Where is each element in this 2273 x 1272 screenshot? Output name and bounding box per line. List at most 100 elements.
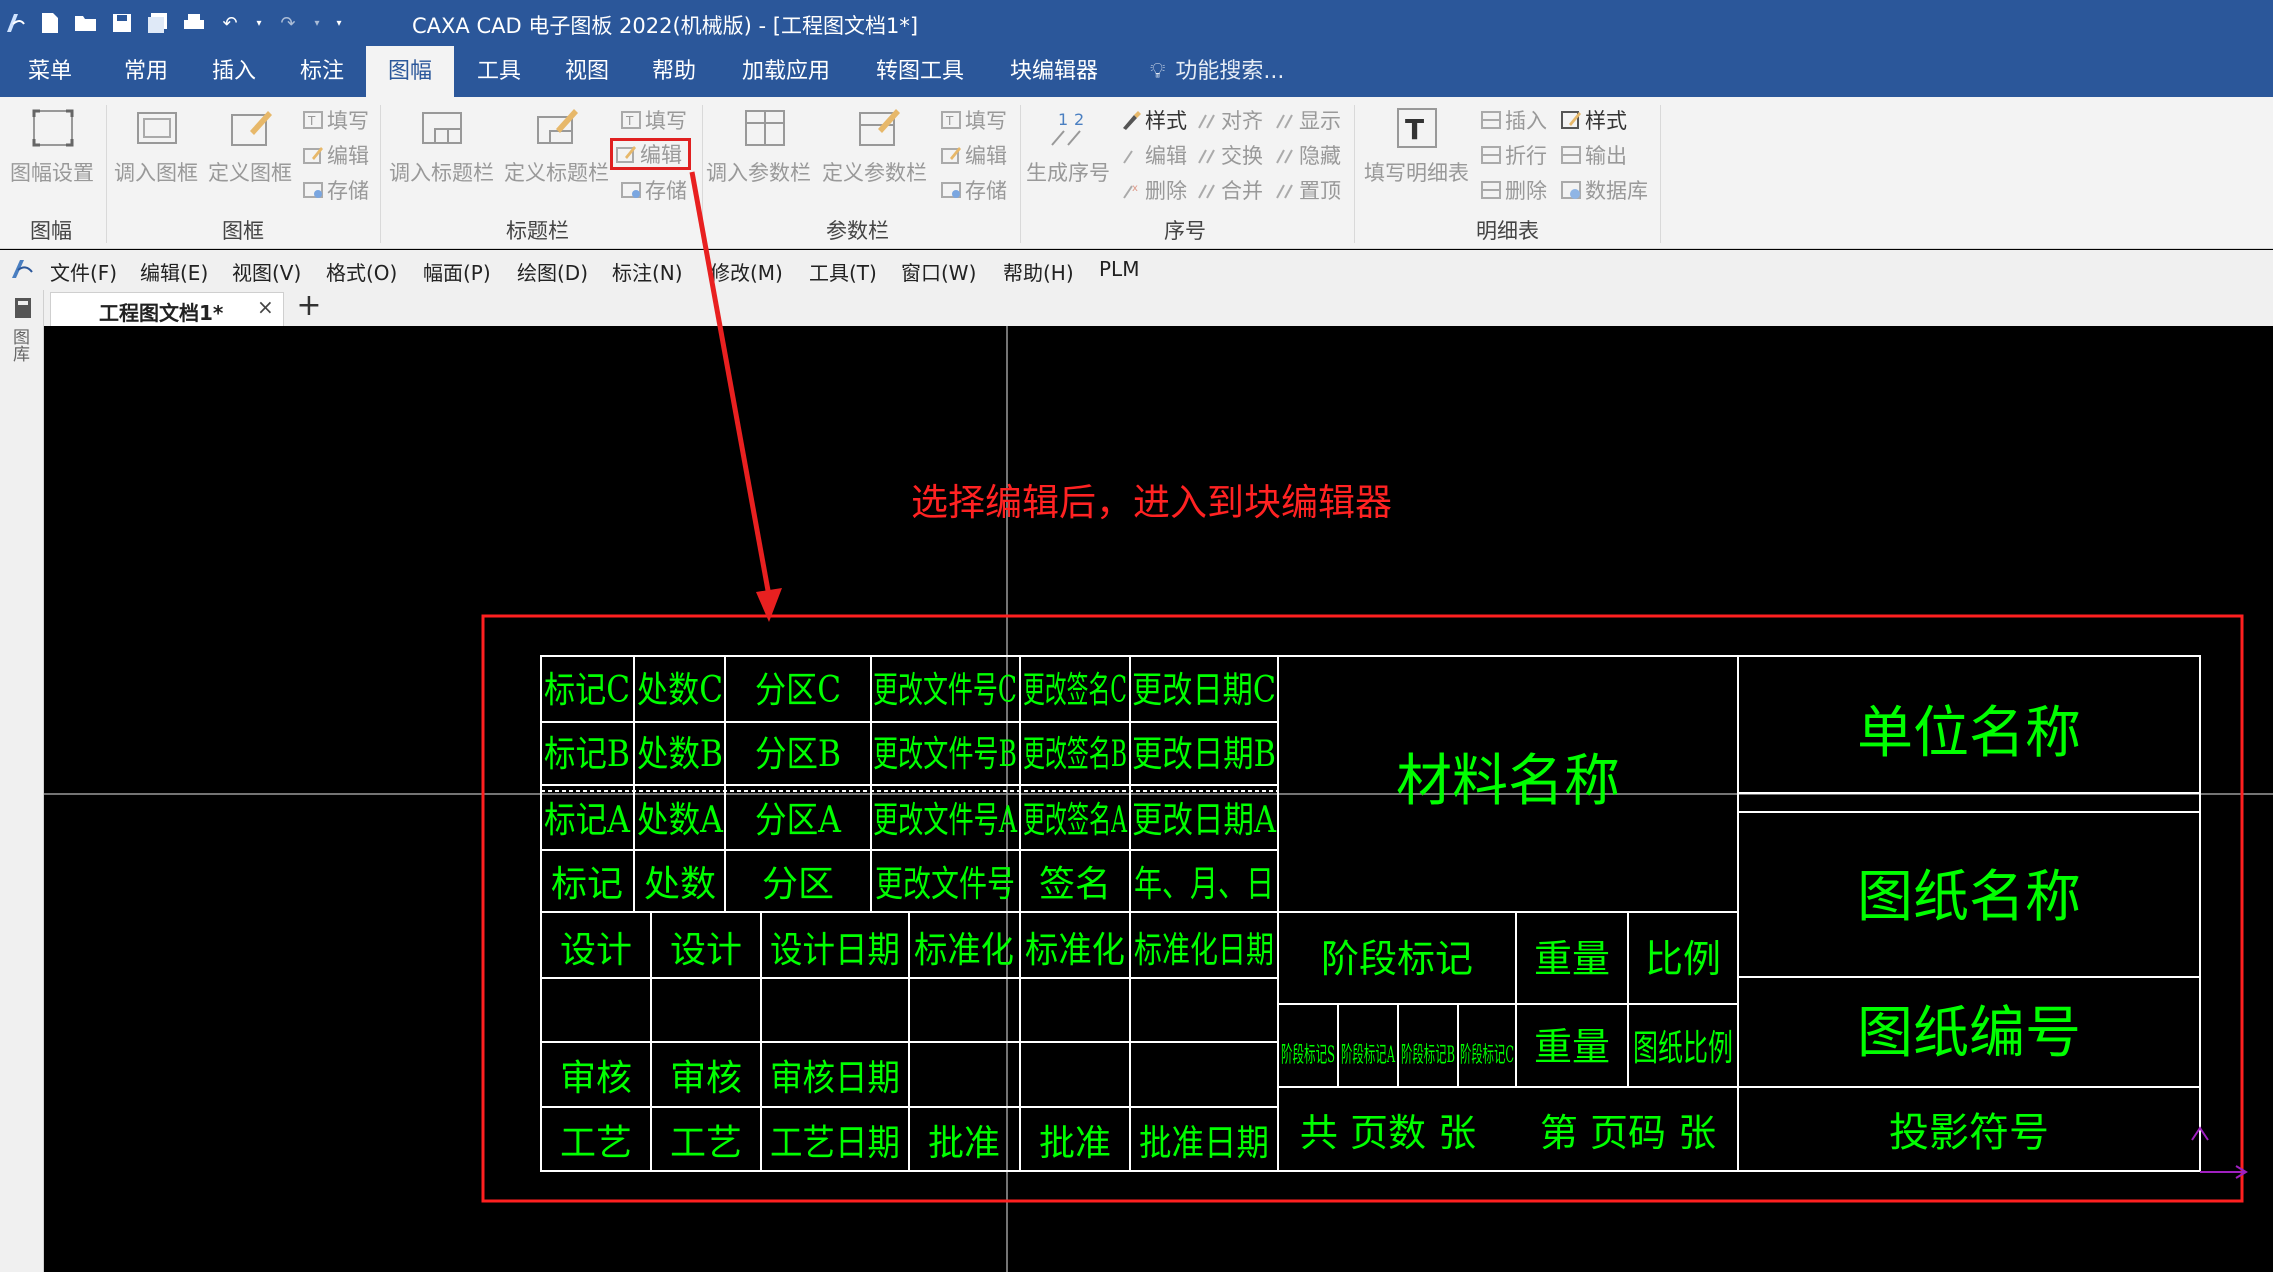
define-frame-label: 定义图框 <box>208 161 292 185</box>
menu-tools[interactable]: 工具(T) <box>809 257 877 286</box>
tab-insert[interactable]: 插入 <box>210 46 258 97</box>
undo-icon[interactable]: ↶ <box>218 11 242 35</box>
close-icon[interactable]: × <box>257 295 274 319</box>
titleblock-save-button[interactable]: 存储 <box>620 175 687 205</box>
svg-text:x: x <box>1132 183 1138 194</box>
seq-top-label: 置顶 <box>1299 179 1341 203</box>
frame-save-button[interactable]: 存储 <box>302 175 369 205</box>
param-fill-button[interactable]: T 填写 <box>940 105 1007 135</box>
define-frame-icon <box>231 111 272 146</box>
customize-qat-icon[interactable]: ▾ <box>334 11 344 35</box>
seq-show-button[interactable]: 显示 <box>1274 105 1341 135</box>
insert-table-icon <box>1480 109 1502 131</box>
titleblock-fill-label: 填写 <box>645 109 687 133</box>
tab-sheet[interactable]: 图幅 <box>366 46 454 97</box>
seq-delete-button[interactable]: x 删除 <box>1120 175 1187 205</box>
seq-swap-button[interactable]: 交换 <box>1196 140 1263 170</box>
document-tab[interactable]: 工程图文档1* × <box>50 292 284 326</box>
tab-help[interactable]: 帮助 <box>650 46 698 97</box>
save-all-icon[interactable] <box>146 11 170 35</box>
frame-edit-button[interactable]: 编辑 <box>302 140 369 170</box>
tab-convert[interactable]: 转图工具 <box>874 46 966 97</box>
bom-style-button[interactable]: 样式 <box>1560 105 1627 135</box>
param-save-button[interactable]: 存储 <box>940 175 1007 205</box>
menu-view[interactable]: 视图(V) <box>232 257 301 286</box>
bom-insert-button[interactable]: 插入 <box>1480 105 1547 135</box>
delete-icon: x <box>1120 179 1142 201</box>
seq-style-button[interactable]: 样式 <box>1120 105 1187 135</box>
bom-style-label: 样式 <box>1585 109 1627 133</box>
new-file-icon[interactable] <box>38 11 62 35</box>
param-edit-button[interactable]: 编辑 <box>940 140 1007 170</box>
seq-align-button[interactable]: 对齐 <box>1196 105 1263 135</box>
database-icon <box>1560 179 1582 201</box>
load-param-label: 调入参数栏 <box>706 161 811 185</box>
menu-sheet[interactable]: 幅面(P) <box>423 257 491 286</box>
svg-text:1: 1 <box>1058 110 1068 129</box>
fill-bom-icon: T <box>1397 108 1437 148</box>
seq-delete-label: 删除 <box>1145 179 1187 203</box>
document-tabs: 工程图文档1* × + <box>44 290 2273 326</box>
menu-plm[interactable]: PLM <box>1099 257 1139 281</box>
menu-help[interactable]: 帮助(H) <box>1003 257 1074 286</box>
app-menu-icon[interactable] <box>8 256 34 282</box>
load-frame-icon <box>137 112 177 144</box>
seq-merge-button[interactable]: 合并 <box>1196 175 1263 205</box>
redo-icon[interactable]: ↷ <box>276 11 300 35</box>
tab-menu[interactable]: 菜单 <box>28 46 72 97</box>
bom-output-button[interactable]: 输出 <box>1560 140 1627 170</box>
save-icon[interactable] <box>110 11 134 35</box>
menu-draw[interactable]: 绘图(D) <box>517 257 588 286</box>
tab-common[interactable]: 常用 <box>122 46 170 97</box>
merge-icon <box>1196 179 1218 201</box>
menu-bar: 文件(F) 编辑(E) 视图(V) 格式(O) 幅面(P) 绘图(D) 标注(N… <box>0 250 2273 290</box>
app-logo-icon[interactable] <box>4 10 26 36</box>
seq-hide-label: 隐藏 <box>1299 144 1341 168</box>
tab-block-editor[interactable]: 块编辑器 <box>1008 46 1100 97</box>
define-titleblock-icon <box>537 109 578 144</box>
frame-save-label: 存储 <box>327 179 369 203</box>
frame-fill-button[interactable]: T 填写 <box>302 105 369 135</box>
menu-format[interactable]: 格式(O) <box>326 257 397 286</box>
menu-edit[interactable]: 编辑(E) <box>140 257 208 286</box>
menu-window[interactable]: 窗口(W) <box>901 257 976 286</box>
tab-tools[interactable]: 工具 <box>475 46 523 97</box>
param-edit-label: 编辑 <box>965 144 1007 168</box>
bom-database-button[interactable]: 数据库 <box>1560 175 1648 205</box>
fill-icon: T <box>940 109 962 131</box>
hide-icon <box>1274 144 1296 166</box>
library-tab-label[interactable]: 图库 <box>9 328 32 362</box>
bom-fold-button[interactable]: 折行 <box>1480 140 1547 170</box>
seq-edit-button[interactable]: 编辑 <box>1120 140 1187 170</box>
bom-delete-button[interactable]: 删除 <box>1480 175 1547 205</box>
drawing-canvas[interactable] <box>44 326 2273 1272</box>
annotation-text: 选择编辑后，进入到块编辑器 <box>911 481 1392 524</box>
open-folder-icon[interactable] <box>74 11 98 35</box>
titleblock-save-label: 存储 <box>645 179 687 203</box>
seq-merge-label: 合并 <box>1221 179 1263 203</box>
tab-addins[interactable]: 加载应用 <box>740 46 832 97</box>
redo-dropdown-icon[interactable]: ▾ <box>312 11 322 35</box>
seq-swap-label: 交换 <box>1221 144 1263 168</box>
group-separator <box>1660 105 1661 243</box>
feature-search[interactable]: 💡︎ 功能搜索... <box>1150 46 1310 97</box>
tab-annotate[interactable]: 标注 <box>298 46 346 97</box>
tab-view[interactable]: 视图 <box>563 46 611 97</box>
menu-file[interactable]: 文件(F) <box>50 257 117 286</box>
print-icon[interactable] <box>182 11 206 35</box>
menu-modify[interactable]: 修改(M) <box>710 257 783 286</box>
swap-icon <box>1196 144 1218 166</box>
window-title: CAXA CAD 电子图板 2022(机械版) - [工程图文档1*] <box>412 14 919 38</box>
seq-top-button[interactable]: 置顶 <box>1274 175 1341 205</box>
titleblock-edit-button[interactable]: 编辑 <box>610 138 691 170</box>
generate-seq-label: 生成序号 <box>1026 161 1110 185</box>
show-icon <box>1274 109 1296 131</box>
undo-dropdown-icon[interactable]: ▾ <box>254 11 264 35</box>
load-frame-label: 调入图框 <box>114 161 198 185</box>
titleblock-fill-button[interactable]: T 填写 <box>620 105 687 135</box>
group-label-titleblock: 标题栏 <box>506 219 569 243</box>
add-document-button[interactable]: + <box>292 290 326 324</box>
library-panel-icon[interactable] <box>12 296 34 320</box>
menu-annotate[interactable]: 标注(N) <box>612 257 683 286</box>
seq-hide-button[interactable]: 隐藏 <box>1274 140 1341 170</box>
